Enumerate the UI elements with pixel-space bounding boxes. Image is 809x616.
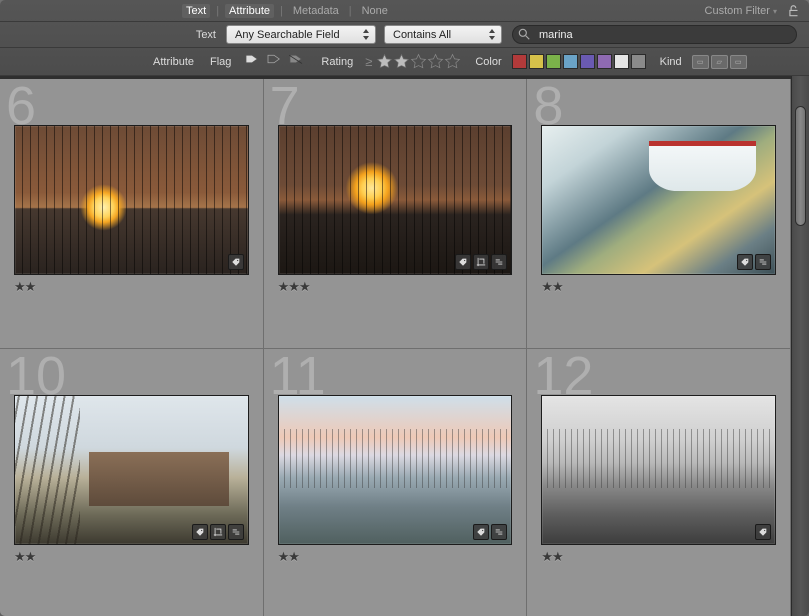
keyword-badge-icon[interactable]	[228, 254, 244, 270]
filter-tab-attribute[interactable]: Attribute	[225, 4, 274, 18]
grid-cell[interactable]: 8★★	[527, 79, 791, 349]
color-swatch-4[interactable]	[580, 54, 595, 69]
kind-master-icon[interactable]: ▭	[692, 55, 709, 69]
custom-filter-dropdown[interactable]: Custom Filter ▾	[701, 5, 781, 17]
color-label: Color	[475, 56, 501, 68]
thumbnail-image[interactable]	[541, 125, 776, 275]
search-icon	[517, 27, 531, 41]
scrollbar-thumb[interactable]	[795, 106, 806, 226]
keyword-badge-icon[interactable]	[473, 524, 489, 540]
rating-filter-group	[376, 53, 461, 70]
adjust-badge-icon[interactable]	[228, 524, 244, 540]
color-swatch-0[interactable]	[512, 54, 527, 69]
thumbnail-image[interactable]	[14, 125, 249, 275]
color-swatch-5[interactable]	[597, 54, 612, 69]
cell-rating[interactable]: ★★	[14, 275, 249, 295]
color-swatch-3[interactable]	[563, 54, 578, 69]
rating-star-3[interactable]	[410, 53, 427, 70]
thumbnail-grid: 6★★7★★★8★★ 10★★11★★12★★	[0, 76, 791, 616]
keyword-badge-icon[interactable]	[737, 254, 753, 270]
flag-picked-icon[interactable]	[241, 52, 263, 72]
text-filter-row: Text Any Searchable Field Contains All	[0, 22, 809, 48]
grid-cell[interactable]: 11★★	[264, 349, 528, 616]
flag-filter-group	[241, 52, 307, 72]
keyword-badge-icon[interactable]	[192, 524, 208, 540]
cell-rating[interactable]: ★★	[541, 545, 776, 565]
cell-rating[interactable]: ★★★	[278, 275, 513, 295]
kind-filter-group: ▭ ▱ ▭	[692, 55, 747, 69]
cell-rating[interactable]: ★★	[541, 275, 776, 295]
filter-tab-none[interactable]: None	[358, 4, 392, 18]
search-input[interactable]	[512, 25, 797, 44]
attribute-label: Attribute	[134, 56, 194, 68]
thumbnail-image[interactable]	[541, 395, 776, 545]
rating-star-1[interactable]	[376, 53, 393, 70]
keyword-badge-icon[interactable]	[755, 524, 771, 540]
crop-badge-icon[interactable]	[210, 524, 226, 540]
rating-operator[interactable]: ≥	[365, 54, 372, 69]
rating-star-2[interactable]	[393, 53, 410, 70]
adjust-badge-icon[interactable]	[491, 524, 507, 540]
color-swatch-2[interactable]	[546, 54, 561, 69]
grid-cell[interactable]: 10★★	[0, 349, 264, 616]
kind-video-icon[interactable]: ▭	[730, 55, 747, 69]
kind-virtual-icon[interactable]: ▱	[711, 55, 728, 69]
flag-label: Flag	[210, 56, 231, 68]
rating-star-5[interactable]	[444, 53, 461, 70]
grid-cell[interactable]: 7★★★	[264, 79, 528, 349]
search-field-select[interactable]: Any Searchable Field	[226, 25, 376, 44]
flag-unflagged-icon[interactable]	[263, 52, 285, 72]
cell-rating[interactable]: ★★	[14, 545, 249, 565]
text-label: Text	[156, 29, 216, 41]
thumbnail-image[interactable]	[278, 395, 513, 545]
flag-rejected-icon[interactable]	[285, 52, 307, 72]
color-swatch-7[interactable]	[631, 54, 646, 69]
crop-badge-icon[interactable]	[473, 254, 489, 270]
rating-label: Rating	[321, 56, 353, 68]
library-filter-bar: Text | Attribute | Metadata | None Custo…	[0, 0, 809, 76]
grid-cell[interactable]: 6★★	[0, 79, 264, 349]
thumbnail-image[interactable]	[14, 395, 249, 545]
adjust-badge-icon[interactable]	[491, 254, 507, 270]
thumbnail-image[interactable]	[278, 125, 513, 275]
filter-tab-metadata[interactable]: Metadata	[289, 4, 343, 18]
color-filter-group	[512, 54, 646, 69]
color-swatch-6[interactable]	[614, 54, 629, 69]
filter-tabs-row: Text | Attribute | Metadata | None Custo…	[0, 0, 809, 22]
rating-star-4[interactable]	[427, 53, 444, 70]
color-swatch-1[interactable]	[529, 54, 544, 69]
grid-scrollbar[interactable]	[791, 76, 809, 616]
filter-tab-text[interactable]: Text	[182, 4, 210, 18]
lock-icon[interactable]	[787, 4, 801, 18]
adjust-badge-icon[interactable]	[755, 254, 771, 270]
attribute-filter-row: Attribute Flag Rating ≥ Color Kind ▭ ▱ ▭	[0, 48, 809, 76]
search-rule-select[interactable]: Contains All	[384, 25, 502, 44]
kind-label: Kind	[660, 56, 682, 68]
keyword-badge-icon[interactable]	[455, 254, 471, 270]
cell-rating[interactable]: ★★	[278, 545, 513, 565]
grid-cell[interactable]: 12★★	[527, 349, 791, 616]
